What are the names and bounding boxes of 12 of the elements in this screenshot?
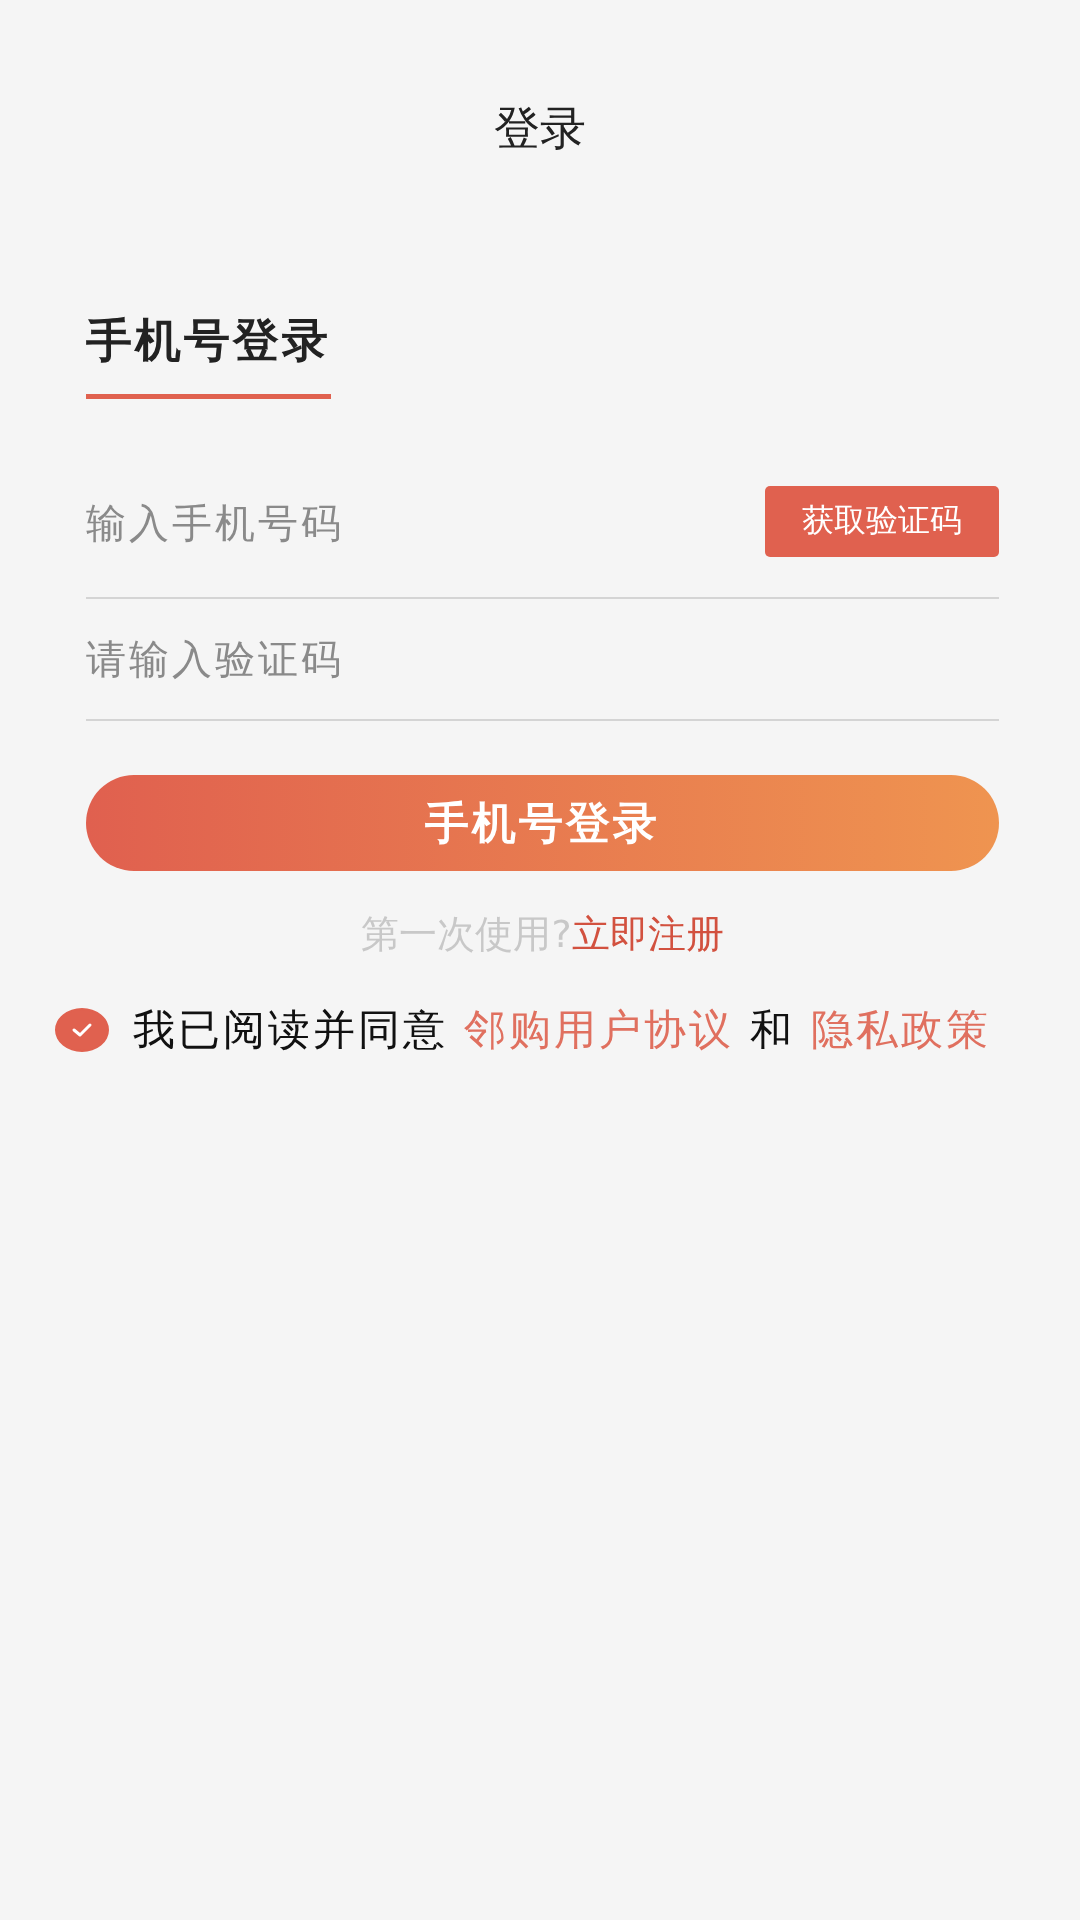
login-button[interactable]: 手机号登录 bbox=[86, 775, 999, 871]
agreement-joiner: 和 bbox=[750, 1004, 795, 1056]
phone-field[interactable]: 输入手机号码 bbox=[86, 493, 765, 553]
get-code-button[interactable]: 获取验证码 bbox=[765, 485, 999, 557]
agree-checkbox[interactable] bbox=[55, 1008, 109, 1052]
code-field[interactable]: 请输入验证码 bbox=[86, 629, 999, 689]
register-link[interactable]: 立即注册 bbox=[571, 909, 724, 960]
login-tab[interactable]: 手机号登录 bbox=[86, 310, 331, 399]
user-agreement-link[interactable]: 邻购用户协议 bbox=[464, 1002, 734, 1058]
privacy-policy-link[interactable]: 隐私政策 bbox=[811, 1002, 991, 1058]
page-title: 登录 bbox=[494, 100, 586, 157]
agreement-text: 我已阅读并同意 bbox=[133, 1004, 448, 1056]
